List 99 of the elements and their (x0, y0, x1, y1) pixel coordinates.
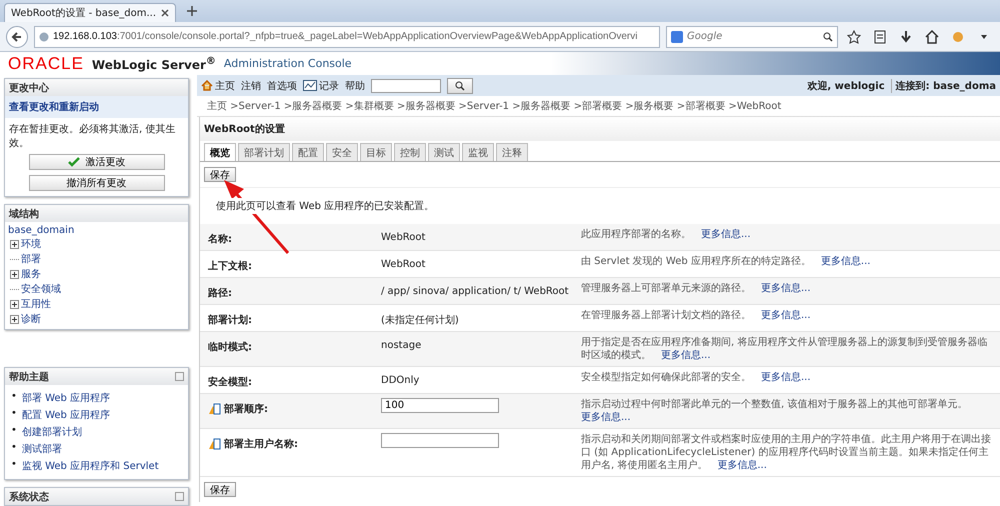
more-info-link[interactable]: 更多信息... (761, 310, 811, 321)
panel-title: 域结构 (9, 208, 39, 220)
tab[interactable]: 测试 (428, 143, 460, 161)
close-icon[interactable] (161, 9, 169, 17)
field-label: 临时模式: (208, 340, 252, 354)
field-value: WebRoot (381, 258, 426, 270)
more-info-link[interactable]: 更多信息... (661, 350, 711, 361)
tree-item[interactable]: 互用性 (21, 297, 51, 311)
field-help: 安全模型指定如何确保此部署的安全。 更多信息... (581, 371, 812, 384)
expand-icon[interactable] (10, 270, 19, 278)
url-text: 192.168.0.103:7001/console/console.portal?_nfpb=true&_pageLabel=WebAppApplicationOverviewPage&WebAppApplicationOvervi (53, 31, 638, 42)
help-link[interactable]: 测试部署 (22, 442, 62, 456)
help-link[interactable]: 部署 Web 应用程序 (22, 391, 110, 405)
tab-title: WebRoot的设置 - base_dom... (11, 6, 156, 20)
tree-item[interactable]: 环境 (21, 237, 41, 251)
search-icon (455, 80, 465, 90)
browser-tab[interactable]: WebRoot的设置 - base_dom... (4, 3, 176, 22)
pending-message: 存在暂挂更改。必须将其激活, 使其生效。 (8, 122, 176, 151)
field-label: 部署计划: (208, 314, 252, 327)
expand-icon[interactable] (10, 300, 19, 308)
search-icon[interactable] (823, 32, 833, 42)
input-field[interactable] (381, 433, 499, 448)
field-label: 名称: (208, 232, 232, 246)
field-value: (未指定任何计划) (381, 314, 460, 327)
back-arrow-icon (11, 30, 23, 42)
help-link[interactable]: 监视 Web 应用程序和 Servlet (22, 459, 159, 473)
view-changes-link[interactable]: 查看更改和重新启动 (5, 96, 188, 118)
more-info-link[interactable]: 更多信息... (717, 460, 767, 471)
address-field[interactable]: 192.168.0.103:7001/console/console.portal?_nfpb=true&_pageLabel=WebAppApplicationOverviewPage&WebAppApplicationOvervi (34, 26, 660, 48)
field-help: 由 Servlet 发现的 Web 应用程序所在的特定路径。 更多信息... (581, 255, 872, 268)
field-value: nostage (381, 339, 422, 351)
save-button[interactable]: 保存 (204, 482, 236, 497)
search-field[interactable]: Google (666, 26, 838, 48)
toolbar-link[interactable]: 注销 (241, 78, 261, 92)
tab[interactable]: 控制 (394, 143, 426, 161)
field-help: 在管理服务器上部署计划文档的路径。 更多信息... (581, 309, 812, 322)
tree-item[interactable]: 诊断 (21, 312, 41, 326)
field-label: 部署顺序: (224, 402, 268, 416)
undo-button[interactable]: 撤消所有更改 (28, 175, 164, 191)
tree-root[interactable]: base_domain (8, 225, 185, 236)
field-value: / app/ sinova/ application/ t/ WebRoot (381, 285, 570, 297)
back-button[interactable] (6, 26, 28, 48)
field-help: 此应用程序部署的名称。 更多信息... (581, 228, 752, 241)
tree-item[interactable]: 服务 (21, 267, 41, 281)
tree-item[interactable]: 部署 (21, 252, 41, 266)
more-info-link[interactable]: 更多信息... (701, 229, 751, 240)
more-info-link[interactable]: 更多信息... (581, 412, 631, 423)
tab[interactable]: 安全 (326, 143, 358, 161)
field-label: 部署主用户名称: (224, 437, 298, 451)
help-link[interactable]: 创建部署计划 (22, 425, 82, 439)
search-placeholder: Google (687, 31, 722, 42)
field-help: 指示启动和关闭期间部署文件或档案时应使用的主用户的字符串值。此主用户将用于在调出接口 (如 ApplicationLifecycleListener) 的应用程序代码时设置当前主题。如果未指定任何主用户名, 将使用匿名主用户。 更多信息... (581, 433, 992, 472)
help-link[interactable]: 配置 Web 应用程序 (22, 408, 110, 422)
field-label: 安全模型: (208, 375, 252, 389)
console-subtitle: Administration Console (224, 57, 352, 70)
more-info-link[interactable]: 更多信息... (761, 372, 811, 383)
tab[interactable]: 目标 (360, 143, 392, 161)
toolbar-link[interactable]: 帮助 (345, 78, 365, 92)
tab[interactable]: 配置 (292, 143, 324, 161)
plus-icon[interactable] (187, 6, 197, 16)
panel-title: 更改中心 (9, 81, 49, 94)
field-value: WebRoot (381, 231, 426, 243)
save-button[interactable]: 保存 (204, 167, 236, 182)
tab[interactable]: 部署计划 (238, 143, 290, 161)
search-field[interactable] (371, 78, 441, 92)
bullet: • (11, 425, 17, 438)
toolbar-link[interactable]: 记录 (303, 78, 339, 92)
bullet: • (11, 391, 17, 404)
product-name: WebLogic Server$^{®}$ (92, 56, 216, 72)
panel-title: 系统状态 (9, 490, 49, 504)
tab[interactable]: 概览 (204, 143, 236, 161)
more-info-link[interactable]: 更多信息... (820, 256, 870, 267)
field-label: 路径: (208, 286, 232, 300)
panel-title: 帮助主题 (9, 370, 49, 384)
field-help: 指示启动过程中何时部署此单元的一个整数值, 该值相对于服务器上的其他可部署单元。 更多信息... (581, 398, 968, 424)
tab[interactable]: 注释 (496, 143, 528, 161)
tree-item[interactable]: 安全领域 (21, 282, 61, 296)
check-icon (68, 157, 80, 167)
chart-icon (303, 80, 317, 91)
welcome-text: 欢迎, weblogic (807, 79, 885, 92)
expand-icon[interactable] (10, 240, 19, 248)
oracle-logo: ORACLE (8, 54, 84, 74)
input-field[interactable]: 100 (381, 398, 499, 413)
field-help: 用于指定是否在应用程序准备期间, 将应用程序文件从管理服务器上的源复制到受管服务器临时区域的模式。 更多信息... (581, 336, 988, 362)
toolbar-link[interactable]: 主页 (201, 78, 235, 92)
bullet: • (11, 408, 17, 421)
home-icon (201, 80, 213, 91)
activate-button[interactable]: 激活更改 (28, 154, 164, 170)
field-value: DDOnly (381, 374, 420, 386)
toolbar-link[interactable]: 首选项 (267, 78, 297, 92)
tab[interactable]: 监视 (462, 143, 494, 161)
field-label: 上下文根: (208, 260, 252, 273)
search-button[interactable] (447, 78, 473, 94)
field-help: 管理服务器上可部署单元来源的路径。 更多信息... (581, 282, 812, 295)
more-info-link[interactable]: 更多信息... (761, 283, 811, 294)
bullet: • (11, 459, 17, 472)
bullet: • (11, 442, 17, 455)
connected-text: 连接到: base_doma (890, 78, 996, 92)
expand-icon[interactable] (10, 314, 19, 324)
